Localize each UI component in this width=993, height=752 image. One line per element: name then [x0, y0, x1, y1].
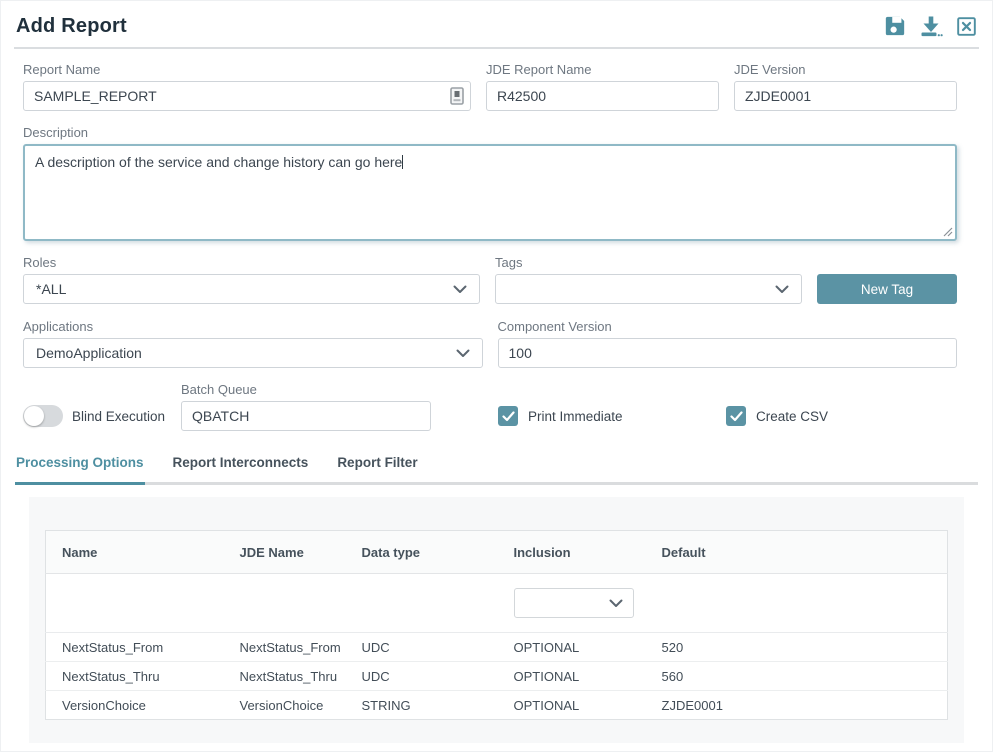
report-name-field: Report Name: [23, 62, 471, 111]
create-csv-checkbox[interactable]: [726, 406, 746, 426]
table-row[interactable]: NextStatus_Thru NextStatus_Thru UDC OPTI…: [46, 662, 948, 691]
component-version-label: Component Version: [498, 319, 958, 334]
create-csv-label: Create CSV: [756, 409, 828, 424]
roles-select[interactable]: *ALL: [23, 274, 480, 304]
component-version-field: Component Version: [498, 319, 958, 368]
cell-inclusion: OPTIONAL: [498, 691, 646, 720]
row-roles-tags: Roles *ALL Tags New Tag: [23, 255, 957, 304]
cell-name: VersionChoice: [46, 691, 224, 720]
description-label: Description: [23, 125, 957, 140]
cell-data-type: UDC: [346, 633, 498, 662]
inclusion-filter-select[interactable]: [514, 588, 634, 618]
resize-handle-icon[interactable]: [943, 227, 953, 237]
table-row[interactable]: VersionChoice VersionChoice STRING OPTIO…: [46, 691, 948, 720]
col-header-name: Name: [46, 531, 224, 574]
save-icon[interactable]: [884, 15, 906, 37]
col-header-data-type: Data type: [346, 531, 498, 574]
table-filter-row: [46, 574, 948, 633]
cell-data-type: UDC: [346, 662, 498, 691]
description-textarea[interactable]: A description of the service and change …: [23, 144, 957, 241]
roles-select-value: *ALL: [36, 281, 66, 297]
col-header-jde-name: JDE Name: [224, 531, 346, 574]
jde-report-name-label: JDE Report Name: [486, 62, 719, 77]
cell-default: ZJDE0001: [646, 691, 948, 720]
jde-report-name-field: JDE Report Name: [486, 62, 719, 111]
jde-version-field: JDE Version: [734, 62, 957, 111]
tags-select[interactable]: [495, 274, 802, 304]
text-caret: [402, 155, 403, 169]
add-report-page: Add Report: [0, 0, 993, 752]
tags-label: Tags: [495, 255, 802, 270]
tab-bar: Processing Options Report Interconnects …: [15, 455, 978, 485]
tab-report-interconnects[interactable]: Report Interconnects: [172, 455, 310, 482]
autofill-icon[interactable]: [450, 87, 464, 105]
cell-inclusion: OPTIONAL: [498, 633, 646, 662]
print-immediate-checkbox[interactable]: [498, 406, 518, 426]
print-immediate-group: Print Immediate: [498, 406, 726, 426]
cell-default: 520: [646, 633, 948, 662]
header-divider: [14, 47, 979, 49]
page-title: Add Report: [16, 15, 127, 38]
table-row[interactable]: NextStatus_From NextStatus_From UDC OPTI…: [46, 633, 948, 662]
cell-name: NextStatus_Thru: [46, 662, 224, 691]
component-version-input[interactable]: [498, 338, 958, 368]
cell-default: 560: [646, 662, 948, 691]
header-actions: [884, 14, 977, 38]
report-name-input[interactable]: [23, 81, 471, 111]
table-header-row: Name JDE Name Data type Inclusion Defaul…: [46, 531, 948, 574]
chevron-down-icon: [775, 285, 789, 294]
header: Add Report: [16, 14, 977, 38]
blind-execution-toggle[interactable]: [23, 405, 63, 427]
jde-report-name-input[interactable]: [486, 81, 719, 111]
cell-data-type: STRING: [346, 691, 498, 720]
check-icon: [502, 411, 515, 422]
jde-version-label: JDE Version: [734, 62, 957, 77]
col-header-inclusion: Inclusion: [498, 531, 646, 574]
chevron-down-icon: [609, 599, 623, 608]
description-text: A description of the service and change …: [35, 154, 402, 170]
col-header-default: Default: [646, 531, 948, 574]
applications-field: Applications DemoApplication: [23, 319, 483, 368]
description-field: Description A description of the service…: [23, 125, 957, 241]
roles-label: Roles: [23, 255, 480, 270]
close-icon[interactable]: [956, 16, 977, 37]
toggle-knob: [24, 406, 44, 426]
tab-report-filter[interactable]: Report Filter: [336, 455, 418, 482]
create-csv-group: Create CSV: [726, 406, 828, 426]
report-name-label: Report Name: [23, 62, 471, 77]
cell-inclusion: OPTIONAL: [498, 662, 646, 691]
row-names: Report Name JDE Report Name: [23, 62, 957, 111]
check-icon: [730, 411, 743, 422]
cell-name: NextStatus_From: [46, 633, 224, 662]
applications-select-value: DemoApplication: [36, 345, 142, 361]
applications-select[interactable]: DemoApplication: [23, 338, 483, 368]
row-applications: Applications DemoApplication Component V…: [23, 319, 957, 368]
roles-field: Roles *ALL: [23, 255, 480, 304]
new-tag-button[interactable]: New Tag: [817, 274, 957, 304]
cell-jde-name: NextStatus_Thru: [224, 662, 346, 691]
report-form: Report Name JDE Report Name: [23, 62, 957, 431]
tab-processing-options[interactable]: Processing Options: [15, 455, 145, 485]
jde-version-input[interactable]: [734, 81, 957, 111]
blind-execution-label: Blind Execution: [72, 409, 165, 424]
chevron-down-icon: [456, 349, 470, 358]
applications-label: Applications: [23, 319, 483, 334]
print-immediate-label: Print Immediate: [528, 409, 623, 424]
chevron-down-icon: [453, 285, 467, 294]
row-execution-options: Blind Execution Batch Queue Print Immedi…: [23, 382, 957, 431]
batch-queue-field: Batch Queue: [181, 382, 431, 431]
processing-options-table: Name JDE Name Data type Inclusion Defaul…: [45, 530, 948, 720]
download-icon[interactable]: [919, 14, 943, 38]
processing-options-panel: Name JDE Name Data type Inclusion Defaul…: [29, 497, 964, 743]
blind-execution-group: Blind Execution: [23, 405, 181, 427]
batch-queue-label: Batch Queue: [181, 382, 431, 397]
cell-jde-name: VersionChoice: [224, 691, 346, 720]
cell-jde-name: NextStatus_From: [224, 633, 346, 662]
tags-field: Tags: [495, 255, 802, 304]
batch-queue-input[interactable]: [181, 401, 431, 431]
